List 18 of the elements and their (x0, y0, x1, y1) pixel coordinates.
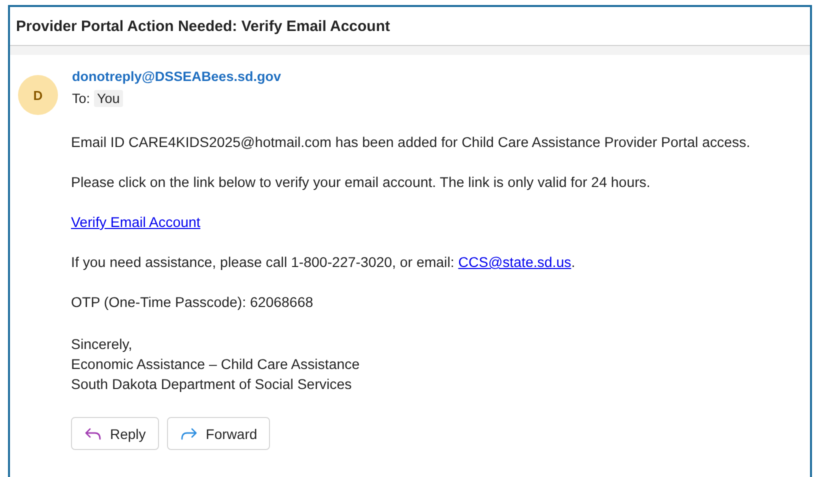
signature-line: Economic Assistance – Child Care Assistance (71, 356, 361, 375)
body-paragraph: OTP (One-Time Passcode): 62068668 (71, 295, 314, 311)
email-link[interactable]: CCS@state.sd.us (458, 255, 572, 271)
forward-button[interactable]: Forward (166, 417, 270, 450)
verify-link[interactable]: Verify Email Account (71, 215, 200, 231)
body-paragraph: Please click on the link below to verify your email account. The link is only valid for 24 hours. (71, 175, 652, 191)
sender-avatar: D (18, 75, 58, 115)
reply-icon (84, 426, 102, 440)
body-paragraph: If you need assistance, please call 1-800-227-3020, or email: CCS@state.sd.us. (71, 255, 576, 271)
forward-icon (180, 426, 198, 440)
to-label: To: (72, 91, 90, 106)
sender-address[interactable]: donotreply@DSSEABees.sd.gov (72, 69, 281, 84)
reply-button[interactable]: Reply (71, 417, 159, 450)
signature-line: South Dakota Department of Social Services (71, 376, 353, 395)
email-subject: Provider Portal Action Needed: Verify Email Account (16, 18, 390, 34)
recipient-chip[interactable]: You (94, 90, 123, 107)
signature-line: Sincerely, (71, 336, 134, 355)
body-paragraph: Email ID CARE4KIDS2025@hotmail.com has been added for Child Care Assistance Provider Portal access. (71, 135, 752, 151)
